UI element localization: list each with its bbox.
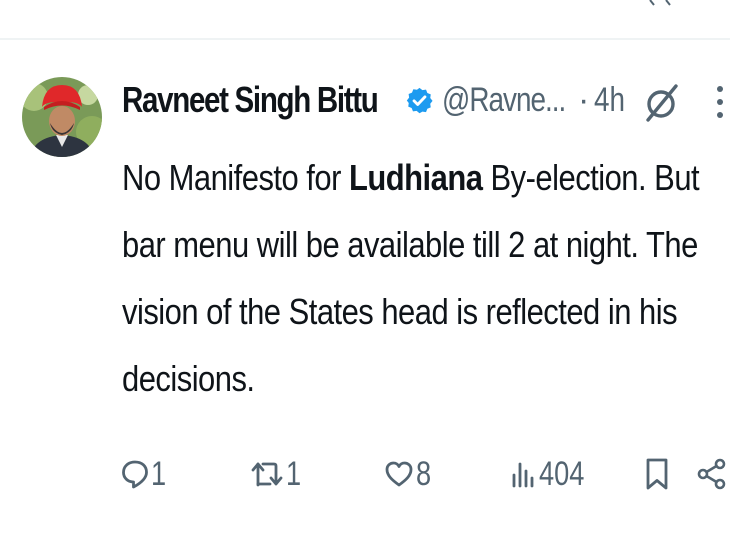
bookmark-icon: [646, 458, 668, 490]
tweet-header: Ravneet Singh Bittu @Ravne... · 4h: [122, 78, 730, 122]
retweet-count: 1: [286, 455, 302, 493]
retweet-button[interactable]: 1: [250, 448, 305, 500]
grok-icon[interactable]: [644, 82, 680, 122]
bookmark-button[interactable]: [645, 448, 669, 500]
author-name[interactable]: Ravneet Singh Bittu: [122, 78, 379, 122]
tweet-actions: 1 1 8 404: [0, 448, 730, 508]
verified-badge-icon: [406, 87, 433, 114]
views-icon: [512, 462, 534, 488]
avatar[interactable]: [22, 77, 102, 157]
tweet-text: No Manifesto for Ludhiana By-election. B…: [122, 144, 707, 412]
reply-button[interactable]: 1: [121, 448, 170, 500]
more-vertical-icon[interactable]: [716, 84, 724, 120]
like-button[interactable]: 8: [384, 448, 435, 500]
views-count: 404: [539, 455, 585, 493]
reply-icon: [122, 460, 148, 489]
previous-tweet-partial-icon: [649, 0, 671, 6]
author-handle[interactable]: @Ravne...: [442, 78, 566, 122]
like-count: 8: [416, 455, 432, 493]
heart-icon: [385, 461, 413, 487]
views-button[interactable]: 404: [511, 448, 596, 500]
tweet-text-bold: Ludhiana: [348, 157, 483, 198]
tweet-text-part1: No Manifesto for: [122, 157, 349, 198]
separator-dot: ·: [578, 81, 590, 119]
reply-count: 1: [151, 455, 167, 493]
tweet-card[interactable]: Ravneet Singh Bittu @Ravne... · 4h No Ma…: [0, 40, 730, 548]
share-icon: [697, 458, 726, 490]
share-button[interactable]: [697, 448, 727, 500]
retweet-icon: [251, 462, 283, 487]
timestamp[interactable]: 4h: [594, 78, 625, 122]
